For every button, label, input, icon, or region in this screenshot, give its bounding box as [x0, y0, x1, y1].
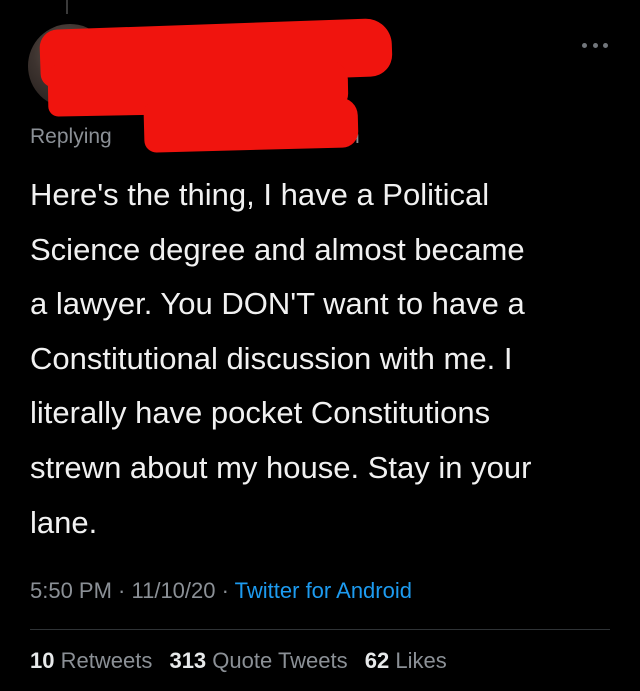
- likes-count: 62: [364, 648, 390, 673]
- tweet-date[interactable]: 11/10/20: [132, 578, 216, 603]
- quote-tweets-count: 313: [169, 648, 207, 673]
- more-options-icon[interactable]: [582, 40, 608, 50]
- tweet-text: Here's the thing, I have a Political Sci…: [30, 177, 532, 540]
- likes-label: Likes: [395, 648, 447, 673]
- meta-separator: ·: [111, 578, 132, 603]
- tweet-time[interactable]: 5:50 PM: [30, 578, 112, 603]
- meta-separator: ·: [215, 578, 235, 603]
- retweets-stat[interactable]: 10 Retweets: [30, 648, 152, 673]
- retweets-label: Retweets: [60, 648, 153, 673]
- tweet-meta: 5:50 PM · 11/10/20 · Twitter for Android: [30, 578, 412, 604]
- quote-tweets-label: Quote Tweets: [212, 648, 348, 673]
- replying-to-label: Replying: [30, 125, 112, 148]
- divider: [30, 629, 610, 630]
- redaction-mark-reply-handle: [143, 97, 359, 153]
- tweet-source-link[interactable]: Twitter for Android: [235, 578, 412, 603]
- more-dot: [582, 42, 587, 48]
- retweets-count: 10: [30, 648, 55, 673]
- thread-connector-line: [66, 0, 68, 14]
- tweet-stats: 10 Retweets 313 Quote Tweets 62 Likes: [30, 648, 458, 674]
- likes-stat[interactable]: 62 Likes: [365, 648, 447, 673]
- quote-tweets-stat[interactable]: 313 Quote Tweets: [169, 648, 347, 673]
- more-dot: [592, 42, 598, 48]
- more-dot: [603, 42, 608, 48]
